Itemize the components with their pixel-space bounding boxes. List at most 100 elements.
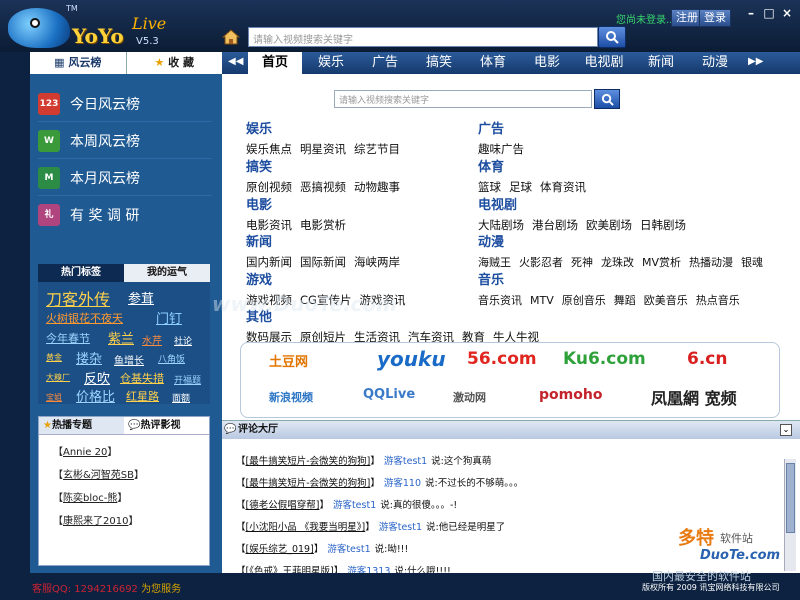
tag-link[interactable]: 门钉 (156, 308, 182, 327)
list-item: 【玄彬&河智苑SB】 (53, 470, 145, 481)
tag-link[interactable]: 今年春节 (46, 330, 90, 346)
tag-link[interactable]: 仓基失措 (120, 370, 164, 386)
partner-logo-6cn[interactable]: 6.cn (687, 349, 727, 369)
tag-cloud: 刀客外传 参茸 火树银花不夜天 门钉 今年春节 紫兰 水芹 社论 黄金 搂杂 鱼… (38, 282, 210, 405)
login-button[interactable]: 登录 (699, 9, 731, 27)
tab-hot-tags[interactable]: 热门标签 (38, 264, 124, 282)
video-search-input[interactable]: 请输入视频搜索关键字 (248, 27, 598, 47)
tab-sports[interactable]: 体育 (468, 52, 518, 74)
rank-survey[interactable]: 礼 有 奖 调 研 (38, 197, 212, 233)
tab-funny[interactable]: 搞笑 (414, 52, 464, 74)
tab-tv[interactable]: 电视剧 (576, 52, 632, 74)
rank-week[interactable]: W 本周风云榜 (38, 123, 212, 159)
tag-link[interactable]: 大糗厂 (46, 372, 70, 383)
tag-link[interactable]: 鱼增长 (114, 352, 144, 367)
tag-link[interactable]: 参茸 (128, 288, 154, 307)
home-icon[interactable] (221, 28, 241, 46)
hot-list: 【Annie 20】 【玄彬&河智苑SB】 【陈奕bloc-熊】 【康熙来了20… (39, 435, 209, 527)
tag-link[interactable]: 面额 (172, 391, 190, 404)
search-icon (601, 93, 614, 106)
category-anime: 动漫 海贼王 火影忍者 死神 龙珠改 MV赏析 热播动漫 银魂 (478, 235, 764, 269)
calendar-icon: M (38, 166, 60, 189)
tag-link[interactable]: 黄金 (46, 352, 62, 363)
category-news: 新闻 国内新闻 国际新闻 海峡两岸 (246, 235, 400, 269)
rank-month[interactable]: M 本月风云榜 (38, 160, 212, 196)
tag-link[interactable]: 宝姐 (46, 392, 62, 403)
partner-logo-ifeng[interactable]: 凤凰網 宽频 (651, 385, 737, 409)
app-logo: TM YoYo Live V5.3 (6, 4, 166, 50)
brand-sub: 软件站 (720, 532, 753, 545)
hot-panel: ★热播专题 💬热评影视 【Annie 20】 【玄彬&河智苑SB】 【陈奕blo… (38, 416, 210, 566)
main-search-button[interactable] (594, 89, 620, 109)
partner-logo-tudou[interactable]: 土豆网 (269, 351, 308, 370)
nav-prev-arrow-icon[interactable]: ◀◀ (228, 56, 243, 67)
contact-qq: 客服QQ: 1294216692 为您服务 (32, 584, 182, 595)
category-funny: 搞笑 原创视频 恶搞视频 动物趣事 (246, 160, 400, 194)
minimize-button[interactable]: – (744, 6, 758, 20)
tab-news[interactable]: 新闻 (636, 52, 686, 74)
watermark: www.DuoTe.com (212, 292, 397, 316)
partner-logo-joy[interactable]: 激动网 (453, 389, 486, 405)
tag-link[interactable]: 刀客外传 (46, 286, 110, 310)
comment-row: 【[最牛搞笑短片-会微笑的狗狗]】 游客test1 说:这个狗真萌 (236, 456, 492, 467)
star-icon: ★ (154, 56, 169, 69)
tab-movies[interactable]: 电影 (522, 52, 572, 74)
partner-logo-56[interactable]: 56.com (467, 349, 537, 369)
dolphin-eye (30, 18, 40, 28)
tab-anime[interactable]: 动漫 (690, 52, 740, 74)
partner-logo-pomoho[interactable]: pomoho (539, 387, 602, 403)
category-sports: 体育 篮球 足球 体育资讯 (478, 160, 586, 194)
grid-icon: ▦ (54, 56, 69, 69)
tag-link[interactable]: 开福题 (174, 373, 201, 386)
tab-home[interactable]: 首页 (248, 52, 302, 74)
collapse-icon[interactable]: ⌄ (780, 424, 792, 436)
main-search-input[interactable]: 请输入视频搜索关键字 (334, 90, 592, 108)
app-name: YoYo (72, 24, 124, 48)
tag-link[interactable]: 水芹 (142, 332, 162, 347)
partner-logo-youku[interactable]: youku (377, 347, 446, 371)
tab-entertainment[interactable]: 娱乐 (306, 52, 356, 74)
star-icon: ★ (43, 420, 52, 431)
main-content: 请输入视频搜索关键字 娱乐 娱乐焦点 明星资讯 综艺节目 搞笑 原创视频 恶搞视频 动物… (222, 74, 800, 420)
tab-rank[interactable]: ▦ 风云榜 (30, 52, 126, 74)
app-window: TM YoYo Live V5.3 请输入视频搜索关键字 您尚未登录.. 注册 … (0, 0, 800, 600)
trademark: TM (66, 4, 78, 13)
tag-link[interactable]: 社论 (174, 334, 192, 347)
rank-today[interactable]: 123 今日风云榜 (38, 86, 212, 122)
tag-link[interactable]: 八角饭 (158, 352, 185, 365)
tab-ads[interactable]: 广告 (360, 52, 410, 74)
app-version: V5.3 (136, 36, 159, 47)
partner-logos: 土豆网 youku 56.com Ku6.com 6.cn 新浪视频 QQLiv… (240, 342, 780, 418)
comment-row: 【[德老公假唱穿帮]】 游客test1 说:真的很傻。。。-! (236, 500, 458, 511)
tag-panel: 热门标签 我的运气 刀客外传 参茸 火树银花不夜天 门钉 今年春节 紫兰 水芹 … (38, 264, 210, 405)
close-button[interactable]: × (780, 6, 794, 20)
category-nav: ◀◀ 首页 娱乐 广告 搞笑 体育 电影 电视剧 新闻 动漫 ▶▶ (222, 52, 800, 74)
hot-link[interactable]: 康熙来了2010 (63, 516, 128, 527)
gift-icon: 礼 (38, 204, 60, 226)
video-search-button[interactable] (598, 26, 626, 48)
copyright: 版权所有 2009 讯宝网络科技有限公司 (642, 583, 780, 592)
maximize-button[interactable]: □ (762, 6, 776, 20)
tag-link[interactable]: 红星路 (126, 388, 159, 404)
partner-logo-sina[interactable]: 新浪视频 (269, 389, 313, 405)
partner-logo-qqlive[interactable]: QQLive (363, 387, 415, 402)
hot-link[interactable]: Annie 20 (63, 447, 107, 458)
tab-hot-special[interactable]: ★热播专题 (39, 417, 124, 434)
partner-logo-ku6[interactable]: Ku6.com (563, 349, 646, 369)
left-panel: ▦ 风云榜 ★ 收 藏 123 今日风云榜 W 本周风云榜 M 本月风云榜 礼 … (30, 52, 222, 573)
tag-link[interactable]: 火树银花不夜天 (46, 310, 123, 326)
tab-my-luck[interactable]: 我的运气 (124, 264, 210, 282)
category-tv: 电视剧 大陆剧场 港台剧场 欧美剧场 日韩剧场 (478, 198, 686, 232)
app-live: Live (132, 14, 167, 33)
tag-link[interactable]: 搂杂 (76, 348, 102, 367)
tab-hot-review[interactable]: 💬热评影视 (124, 417, 209, 434)
nav-next-arrow-icon[interactable]: ▶▶ (748, 56, 763, 67)
hot-link[interactable]: 陈奕bloc-熊 (63, 493, 117, 504)
tag-link[interactable]: 紫兰 (108, 328, 134, 347)
tab-favorites[interactable]: ★ 收 藏 (125, 52, 222, 74)
category-movies: 电影 电影资讯 电影赏析 (246, 198, 346, 232)
tag-link[interactable]: 价格比 (76, 386, 115, 405)
category-entertainment: 娱乐 娱乐焦点 明星资讯 综艺节目 (246, 122, 400, 156)
hot-link[interactable]: 玄彬&河智苑SB (63, 470, 134, 481)
tag-link[interactable]: 反吹 (84, 368, 110, 387)
